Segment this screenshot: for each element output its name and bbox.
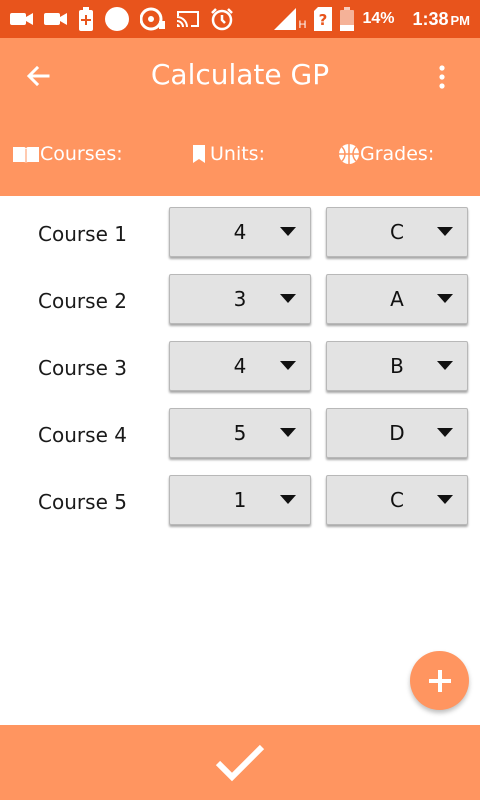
units-value: 4 <box>233 354 247 378</box>
grade-spinner[interactable]: A <box>326 274 468 324</box>
basketball-icon <box>339 144 359 164</box>
clock: 1:38 PM <box>412 9 470 30</box>
ampm-text: PM <box>450 12 471 28</box>
check-icon <box>215 744 265 781</box>
grade-value: D <box>389 421 405 445</box>
grade-spinner[interactable]: C <box>326 475 468 525</box>
sim-icon: ? <box>314 7 333 31</box>
time-text: 1:38 <box>412 8 449 29</box>
course-label: Course 3 <box>38 356 127 380</box>
course-label: Course 5 <box>38 490 127 514</box>
notification-icons <box>10 6 234 32</box>
battery-charging-icon <box>79 7 93 31</box>
grade-spinner[interactable]: C <box>326 207 468 257</box>
grade-value: C <box>390 220 404 244</box>
add-icon <box>428 669 451 692</box>
dropdown-arrow-icon <box>437 227 453 236</box>
camera-icon <box>44 13 67 25</box>
more-vert-icon[interactable] <box>432 64 452 90</box>
units-spinner[interactable]: 5 <box>169 408 311 458</box>
grade-value: C <box>390 488 404 512</box>
add-course-button[interactable] <box>410 651 469 710</box>
dropdown-arrow-icon <box>280 495 296 504</box>
cd-icon <box>140 7 165 31</box>
grade-value: A <box>390 287 404 311</box>
circle-icon <box>105 7 129 31</box>
dropdown-arrow-icon <box>280 294 296 303</box>
signal-icon <box>274 8 297 30</box>
course-label: Course 4 <box>38 423 127 447</box>
bookmark-icon <box>193 145 205 163</box>
units-spinner[interactable]: 1 <box>169 475 311 525</box>
units-value: 1 <box>233 488 247 512</box>
dropdown-arrow-icon <box>280 428 296 437</box>
battery-low-icon <box>340 7 355 31</box>
grade-spinner[interactable]: B <box>326 341 468 391</box>
units-value: 5 <box>233 421 247 445</box>
status-right: H ? 14% 1:38 PM <box>274 7 470 31</box>
battery-percent: 14% <box>362 10 395 27</box>
dropdown-arrow-icon <box>437 428 453 437</box>
camera-icon <box>10 13 33 25</box>
dropdown-arrow-icon <box>437 495 453 504</box>
alarm-icon <box>211 8 233 31</box>
book-icon <box>13 147 39 164</box>
dropdown-arrow-icon <box>437 294 453 303</box>
dropdown-arrow-icon <box>280 227 296 236</box>
units-spinner[interactable]: 4 <box>169 207 311 257</box>
units-value: 3 <box>233 287 247 311</box>
calculate-button[interactable] <box>0 725 480 800</box>
units-header-label: Units: <box>210 143 265 165</box>
page-title: Calculate GP <box>150 58 330 91</box>
svg-text:?: ? <box>319 11 328 29</box>
units-header: Units: <box>192 143 265 165</box>
status-bar: H ? 14% 1:38 PM <box>0 0 480 38</box>
network-type-label: H <box>298 19 307 31</box>
grade-spinner[interactable]: D <box>326 408 468 458</box>
dropdown-arrow-icon <box>280 361 296 370</box>
course-label: Course 1 <box>38 222 127 246</box>
courses-header-label: Courses: <box>40 143 123 165</box>
courses-header: Courses: <box>12 143 123 165</box>
app-bar: Calculate GP Courses: Units: Grades: <box>0 38 480 196</box>
cast-icon <box>177 11 199 27</box>
grades-header: Grades: <box>338 143 434 165</box>
course-label: Course 2 <box>38 289 127 313</box>
units-spinner[interactable]: 3 <box>169 274 311 324</box>
grades-header-label: Grades: <box>360 143 435 165</box>
grade-value: B <box>390 354 404 378</box>
units-value: 4 <box>233 220 247 244</box>
units-spinner[interactable]: 4 <box>169 341 311 391</box>
dropdown-arrow-icon <box>437 361 453 370</box>
